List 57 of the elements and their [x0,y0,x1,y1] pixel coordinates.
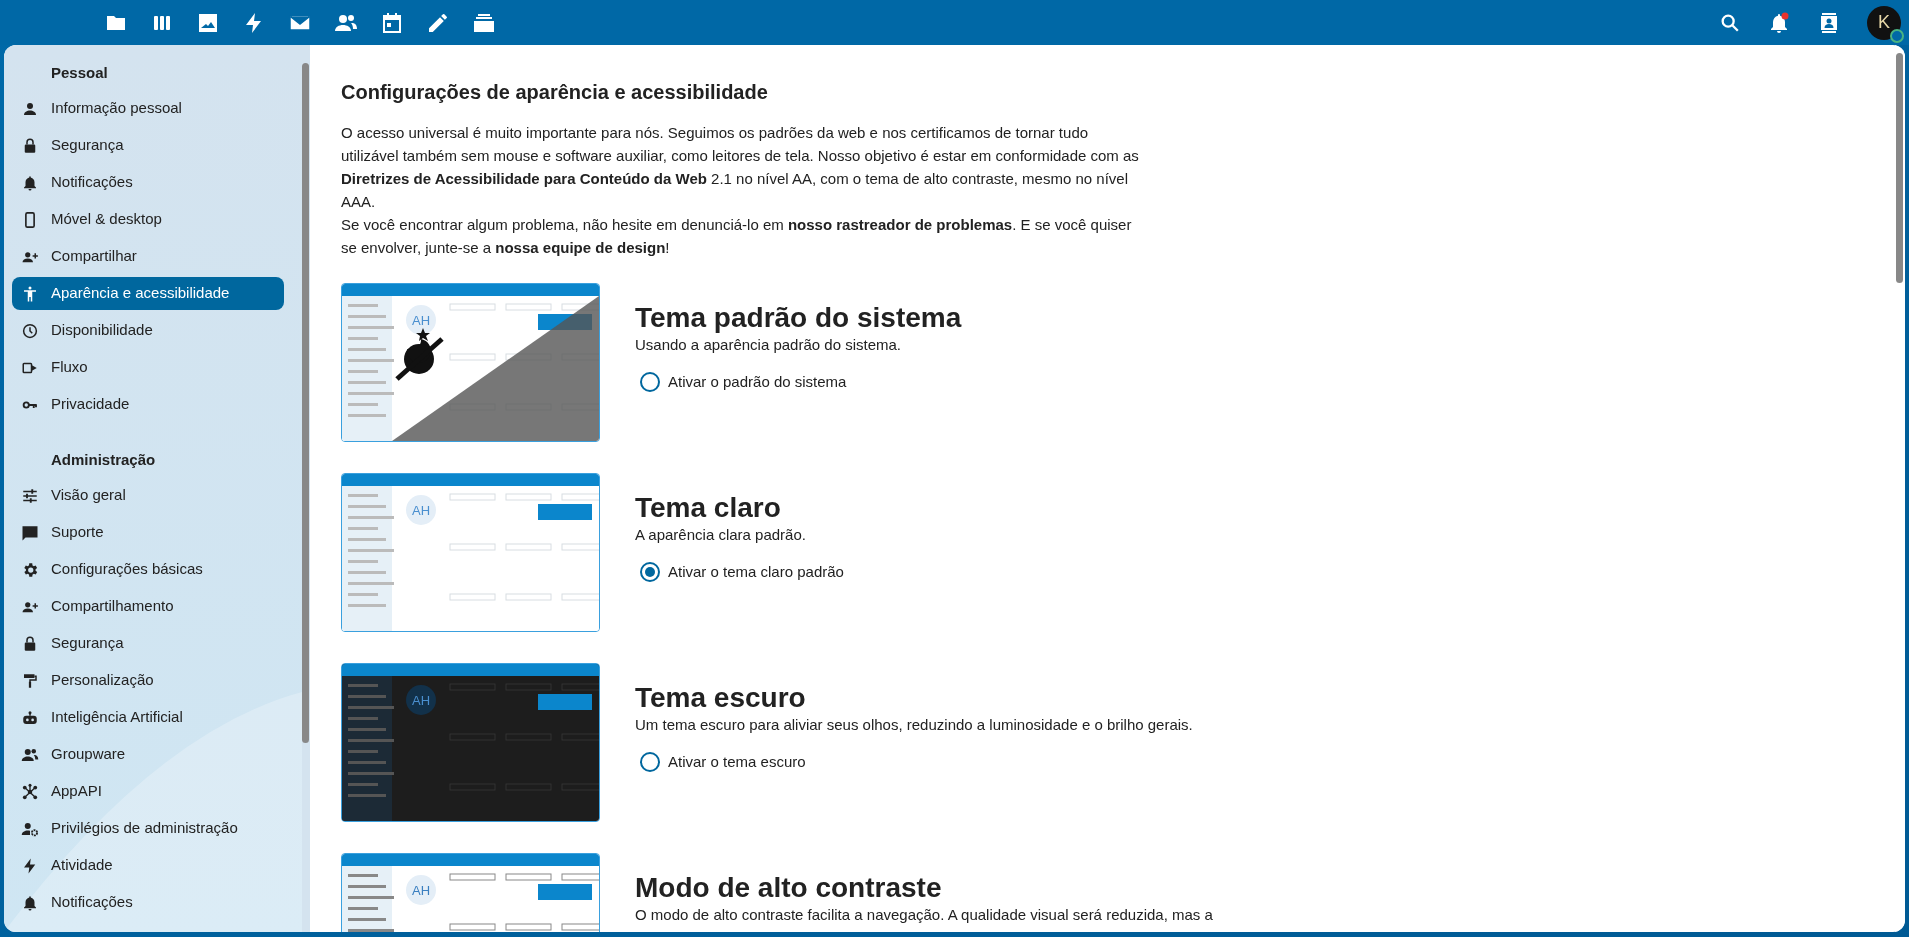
sidebar-item[interactable]: Inteligência Artificial [12,701,284,734]
paragraph: O acesso universal é muito importante para nós. Seguimos os padrões da web e nos certificamos de tornar tudo utilizável também sem mouse e software auxiliar, como leitores de tela. Nosso objetivo é estar em conformidade com as Diretrizes de Acessibilidade para Conteúdo da Web 2.1 no nível AA, com o tema de alto contraste, mesmo no nível AAA. [341,123,1140,212]
radio-button[interactable] [640,372,660,392]
sliders-icon [21,486,39,505]
sidebar-item[interactable]: Personalização [12,664,284,697]
calendar-icon[interactable] [380,10,404,35]
sidebar-item[interactable]: Configurações básicas [12,553,284,586]
theme-preview: AH [341,663,600,822]
sidebar-item[interactable]: Notificações [12,166,284,199]
accessibility-icon [21,284,39,303]
radio-button[interactable] [640,752,660,772]
sidebar-item[interactable]: Disponibilidade [12,314,284,347]
network-icon [21,782,39,801]
sidebar-item[interactable]: Informação pessoal [12,92,284,125]
sidebar-item[interactable]: Suporte [12,516,284,549]
sidebar-item[interactable]: Visão geral [12,479,284,512]
paint-roller-icon [21,671,39,690]
sidebar-item[interactable]: Móvel & desktop [12,203,284,236]
theme-title: Tema escuro [635,681,807,715]
sidebar-item[interactable]: Compartilhar [12,240,284,273]
theme-preview: AH [341,473,600,632]
sidebar-item[interactable]: Compartilhamento [12,590,284,623]
clock-icon [21,321,39,340]
bell-icon [21,173,39,192]
sidebar-item[interactable]: Atividade [12,849,284,882]
sidebar-item[interactable]: Aparência e acessibilidade [12,277,284,310]
sidebar-item[interactable]: Notificações [12,886,284,919]
paragraph: Se você encontrar algum problema, não hesite em denunciá-lo em nosso rastreador de problemas. E se você quiser se envolver, junte-se a nossa equipe de design! [341,215,1133,258]
theme-radio-option[interactable]: Ativar o tema claro padrão [640,558,844,586]
theme-description: A aparência clara padrão. [635,525,807,544]
sidebar-item[interactable]: Fluxo [12,351,284,384]
user-avatar[interactable]: K [1867,5,1901,40]
sidebar-scrollbar[interactable] [302,45,310,932]
radio-button[interactable] [640,562,660,582]
bell-icon [21,893,39,912]
sidebar-section-heading: Pessoal [50,62,109,83]
sidebar-item[interactable]: Privacidade [12,388,284,421]
sidebar-item[interactable]: Segurança [12,627,284,660]
robot-icon [21,708,39,727]
sidebar-item[interactable]: Groupware [12,738,284,771]
sidebar-section-heading: Administração [50,449,157,470]
sidebar-item[interactable]: AppAPI [12,775,284,808]
theme-description: Usando a aparência padrão do sistema. [635,335,902,354]
speech-bubble-icon [21,523,39,542]
theme-preview: AH [341,283,600,442]
sidebar-item[interactable]: Segurança [12,129,284,162]
content-scrollbar[interactable] [1895,45,1905,932]
page-heading: Configurações de aparência e acessibilidade [341,80,769,105]
theme-radio-option[interactable]: Ativar o tema escuro [640,748,1193,776]
theme-preview: AH [341,853,600,932]
theme-description: O modo de alto contraste facilita a navegação. A qualidade visual será reduzida, mas a [635,905,1213,924]
theme-title: Tema claro [635,491,782,525]
theme-title: Modo de alto contraste [635,871,943,905]
theme-description: Um tema escuro para aliviar seus olhos, reduzindo a luminosidade e o brilho gerais. [635,715,1193,734]
sidebar-item[interactable]: Privilégios de administração [12,812,284,845]
theme-title: Tema padrão do sistema [635,301,962,335]
theme-radio-option[interactable]: Ativar o padrão do sistema [640,368,962,396]
